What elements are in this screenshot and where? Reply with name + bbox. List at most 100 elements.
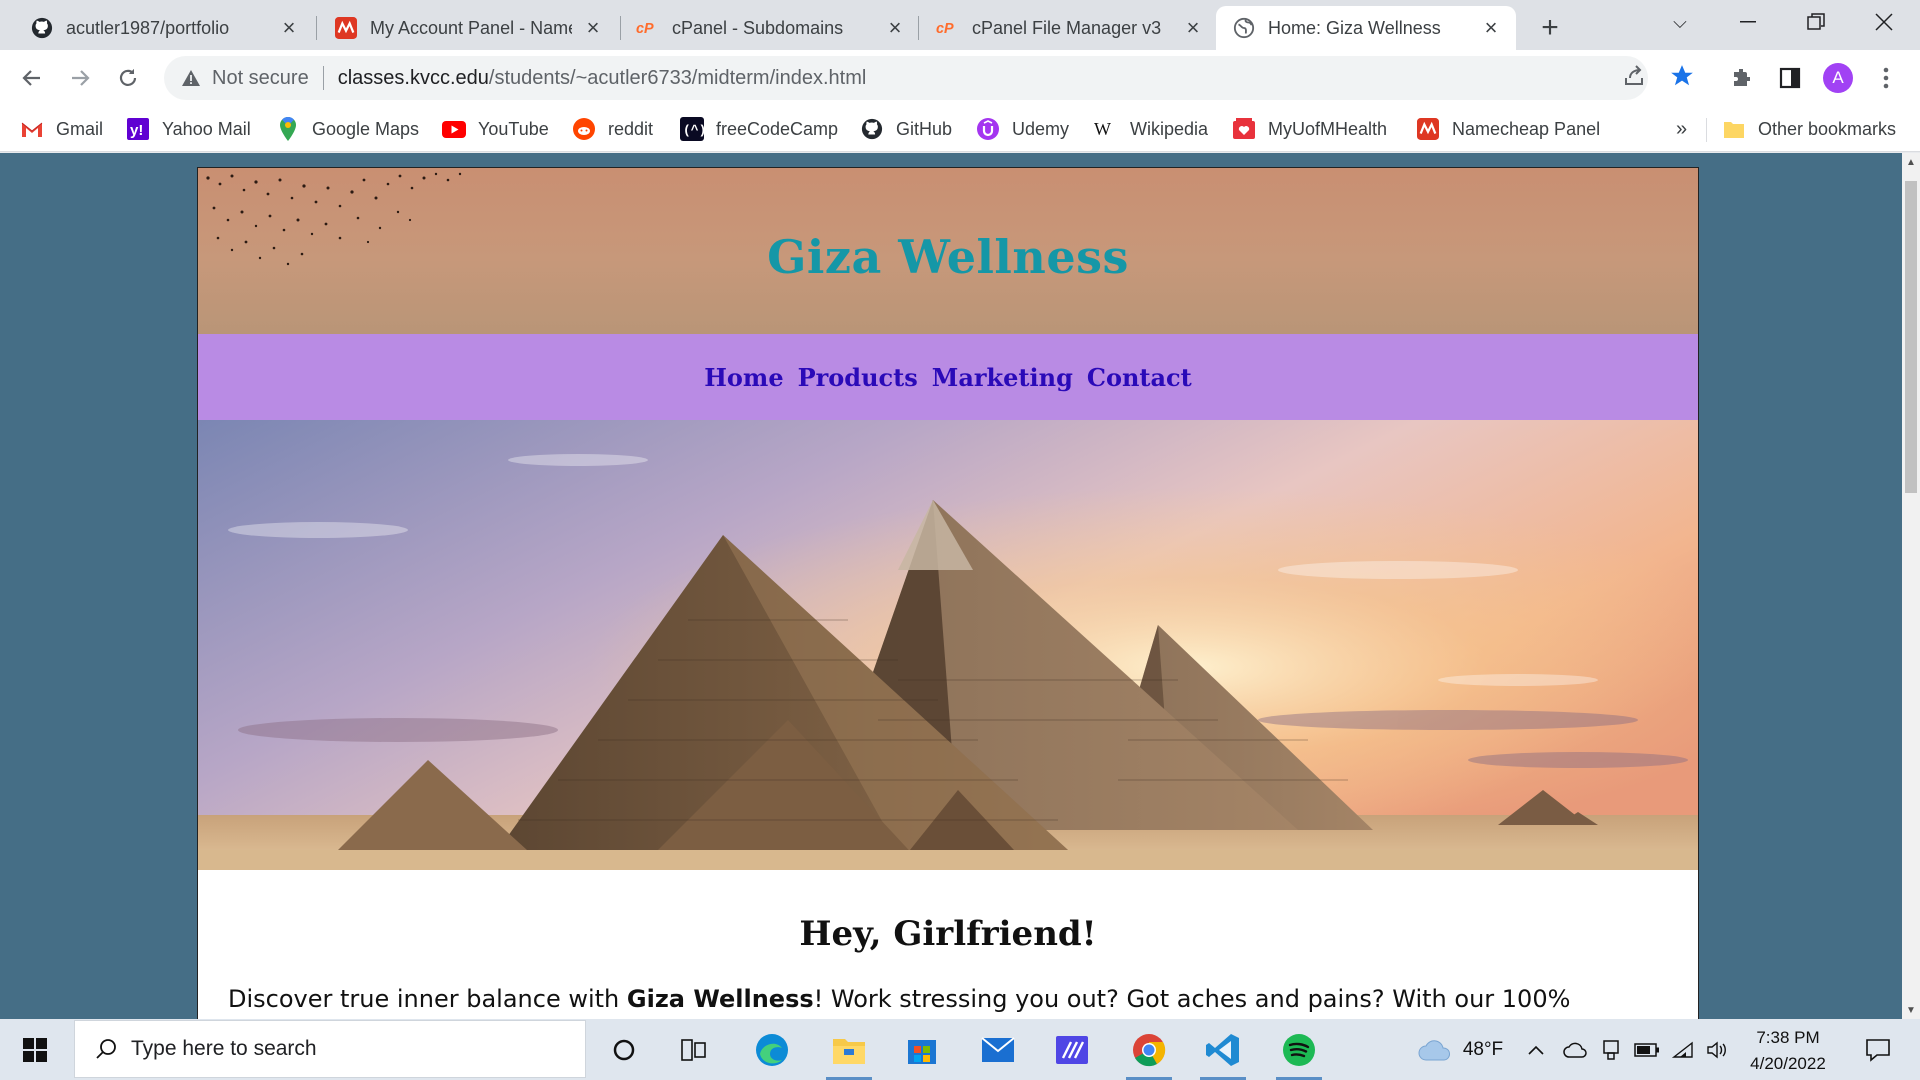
nav-link-marketing[interactable]: Marketing xyxy=(932,363,1073,392)
github-icon xyxy=(30,16,54,40)
cpanel-icon: cP xyxy=(936,16,960,40)
intro-text-end: ! Work stressing you out? Got aches and … xyxy=(813,985,1571,1013)
start-button[interactable] xyxy=(0,1019,70,1080)
bookmark-label: Other bookmarks xyxy=(1758,118,1897,139)
device-icon[interactable] xyxy=(1596,1019,1626,1080)
tab-title: cPanel - Subdomains xyxy=(672,17,844,38)
bookmark-label: Google Maps xyxy=(312,118,420,139)
spotify-icon xyxy=(1283,1033,1315,1066)
profile-avatar[interactable]: A xyxy=(1822,62,1854,94)
taskbar-app-edge[interactable] xyxy=(742,1019,802,1080)
scrollbar-thumb[interactable] xyxy=(1905,181,1917,493)
bookmark-gmail[interactable]: Gmail xyxy=(20,116,103,142)
back-button[interactable] xyxy=(12,58,52,98)
chrome-icon xyxy=(1133,1033,1166,1066)
close-tab-icon[interactable]: × xyxy=(884,15,906,40)
maps-icon xyxy=(276,117,300,141)
system-clock[interactable]: 7:38 PM 4/20/2022 xyxy=(1728,1025,1848,1077)
share-icon[interactable] xyxy=(1620,62,1648,90)
namecheap-icon xyxy=(1416,117,1440,141)
site-container: Giza Wellness Home Products Marketing Co… xyxy=(197,167,1699,1019)
tab-github-portfolio[interactable]: acutler1987/portfolio × xyxy=(14,6,314,50)
nav-link-products[interactable]: Products xyxy=(798,363,918,392)
health-icon xyxy=(1232,117,1256,141)
bookmark-udemy[interactable]: Udemy xyxy=(976,116,1069,142)
task-view-icon xyxy=(681,1038,706,1061)
cortana-button[interactable] xyxy=(594,1019,654,1080)
close-tab-icon[interactable]: × xyxy=(1182,15,1204,40)
bookmark-label: freeCodeCamp xyxy=(716,118,839,139)
notification-icon xyxy=(1866,1038,1890,1062)
onedrive-icon[interactable] xyxy=(1560,1019,1590,1080)
battery-icon[interactable] xyxy=(1632,1019,1662,1080)
cpanel-icon: cP xyxy=(636,16,660,40)
restore-button[interactable] xyxy=(1784,0,1848,44)
tab-search-chevron-icon[interactable]: ⌵ xyxy=(1648,0,1712,44)
url-path: /students/~acutler6733/midterm/index.htm… xyxy=(488,66,867,89)
taskbar-app-remote[interactable] xyxy=(1042,1019,1102,1080)
menu-kebab-icon[interactable] xyxy=(1870,62,1902,94)
tab-giza-wellness[interactable]: Home: Giza Wellness × xyxy=(1216,6,1516,50)
taskbar-app-vscode[interactable] xyxy=(1190,1019,1256,1080)
forward-button[interactable] xyxy=(60,58,100,98)
taskbar-app-store[interactable] xyxy=(892,1019,952,1080)
clock-date: 4/20/2022 xyxy=(1750,1054,1826,1073)
new-tab-button[interactable]: + xyxy=(1530,10,1570,46)
store-icon xyxy=(908,1039,936,1064)
close-tab-icon[interactable]: × xyxy=(582,15,604,40)
side-panel-icon[interactable] xyxy=(1774,62,1806,94)
vertical-scrollbar[interactable]: ▲ ▼ xyxy=(1902,153,1920,1019)
svg-text:cP: cP xyxy=(636,21,654,37)
scroll-down-arrow-icon[interactable]: ▼ xyxy=(1902,1001,1920,1019)
bookmark-youtube[interactable]: YouTube xyxy=(442,116,549,142)
bookmark-reddit[interactable]: reddit xyxy=(572,116,653,142)
tab-namecheap-account[interactable]: My Account Panel - Namecheap × xyxy=(318,6,618,50)
nav-link-contact[interactable]: Contact xyxy=(1087,363,1192,392)
security-label[interactable]: Not secure xyxy=(212,67,309,90)
scroll-up-arrow-icon[interactable]: ▲ xyxy=(1902,153,1920,171)
intro-text-start: Discover true inner balance with xyxy=(228,985,627,1013)
bookmark-google-maps[interactable]: Google Maps xyxy=(276,116,419,142)
profile-initial: A xyxy=(1823,63,1853,93)
taskbar-app-chrome[interactable] xyxy=(1116,1019,1182,1080)
bookmarks-overflow-button[interactable]: » xyxy=(1676,116,1687,142)
close-tab-icon[interactable]: × xyxy=(1480,15,1502,40)
notification-center-button[interactable] xyxy=(1848,1019,1908,1080)
weather-temperature[interactable]: 48°F xyxy=(1458,1019,1508,1080)
site-title: Giza Wellness xyxy=(767,230,1129,284)
warning-icon[interactable] xyxy=(180,67,202,89)
minimize-button[interactable] xyxy=(1716,0,1780,44)
bookmark-star-icon[interactable] xyxy=(1668,62,1696,90)
svg-text:y!: y! xyxy=(130,122,143,139)
weather-widget[interactable] xyxy=(1412,1019,1458,1080)
tab-cpanel-file-manager[interactable]: cP cPanel File Manager v3 × xyxy=(920,6,1218,50)
taskbar-app-file-explorer[interactable] xyxy=(816,1019,882,1080)
reload-button[interactable] xyxy=(108,58,148,98)
other-bookmarks-folder[interactable]: Other bookmarks xyxy=(1722,116,1896,142)
task-view-button[interactable] xyxy=(664,1019,724,1080)
taskbar-app-mail[interactable] xyxy=(968,1019,1028,1080)
bookmark-github[interactable]: GitHub xyxy=(860,116,952,142)
taskbar-search-box[interactable]: Type here to search xyxy=(74,1020,586,1078)
address-bar[interactable]: Not secure classes.kvcc.edu/students/~ac… xyxy=(164,56,1648,100)
bookmark-freecodecamp[interactable]: (^) freeCodeCamp xyxy=(680,116,838,142)
remote-app-icon xyxy=(1056,1035,1088,1064)
close-tab-icon[interactable]: × xyxy=(278,15,300,40)
url-text[interactable]: classes.kvcc.edu/students/~acutler6733/m… xyxy=(338,67,867,90)
bookmark-namecheap-panel[interactable]: Namecheap Panel xyxy=(1416,116,1600,142)
windows-taskbar: Type here to search 48°F 7:38 PM 4/20/20… xyxy=(0,1019,1920,1080)
tab-cpanel-subdomains[interactable]: cP cPanel - Subdomains × xyxy=(620,6,920,50)
extensions-icon[interactable] xyxy=(1726,62,1758,94)
intro-paragraph: Discover true inner balance with Giza We… xyxy=(228,984,1670,1015)
taskbar-app-spotify[interactable] xyxy=(1266,1019,1332,1080)
close-window-button[interactable] xyxy=(1852,0,1916,44)
bookmark-yahoo-mail[interactable]: y! Yahoo Mail xyxy=(126,116,251,142)
nav-link-home[interactable]: Home xyxy=(704,363,783,392)
page-viewport: Giza Wellness Home Products Marketing Co… xyxy=(0,153,1920,1019)
bookmark-myuofmhealth[interactable]: MyUofMHealth xyxy=(1232,116,1387,142)
cloud-icon xyxy=(1418,1039,1450,1060)
bookmark-wikipedia[interactable]: W Wikipedia xyxy=(1094,116,1208,142)
udemy-icon xyxy=(976,117,1000,141)
wifi-icon[interactable] xyxy=(1668,1019,1698,1080)
show-hidden-icons-chevron-icon[interactable] xyxy=(1524,1019,1548,1080)
